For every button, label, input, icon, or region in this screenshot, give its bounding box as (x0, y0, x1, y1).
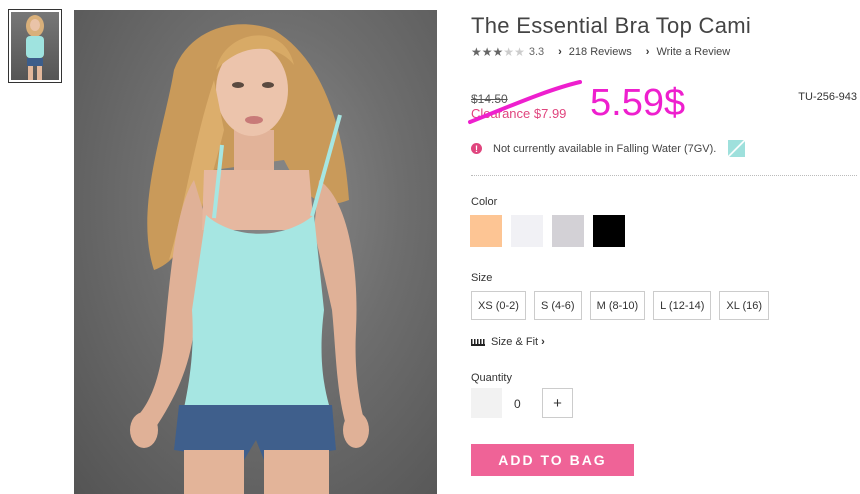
size-option[interactable]: L (12-14) (653, 291, 712, 320)
size-option[interactable]: M (8-10) (589, 291, 646, 320)
alert-icon: ! (471, 143, 482, 154)
quantity-increment-button[interactable]: + (542, 388, 573, 418)
model-illustration (130, 24, 369, 494)
divider (471, 175, 857, 176)
reviews-link[interactable]: 218 Reviews (569, 46, 632, 58)
color-swatch-grey[interactable] (552, 215, 584, 247)
color-swatch-white[interactable] (511, 215, 543, 247)
color-label: Color (471, 196, 498, 208)
strikethrough-annotation (468, 80, 582, 124)
selected-color-swatch (728, 140, 746, 157)
size-label: Size (471, 272, 493, 284)
color-swatches (470, 215, 625, 247)
chevron-right-icon: › (558, 46, 562, 58)
size-option[interactable]: XS (0-2) (471, 291, 526, 320)
star-empty-icon: ★ (514, 45, 525, 59)
star-half-icon: ★ (503, 45, 515, 59)
star-icon: ★ (471, 45, 482, 59)
quantity-decrement-button[interactable] (471, 388, 502, 418)
rating-stars[interactable]: ★★★★★ (471, 45, 525, 59)
chevron-right-icon: › (541, 336, 545, 348)
quantity-value[interactable]: 0 (514, 397, 521, 411)
size-option[interactable]: S (4-6) (533, 291, 582, 320)
rating-row: ★★★★★ 3.3 › 218 Reviews › Write a Review (471, 45, 730, 59)
availability-text: Not currently available in Falling Water… (493, 142, 717, 155)
add-to-bag-button[interactable]: ADD TO BAG (471, 444, 634, 476)
quantity-label: Quantity (471, 372, 512, 384)
ruler-icon (471, 338, 485, 346)
product-main-image (74, 10, 437, 494)
thumbnail-figure (26, 15, 44, 80)
size-options: XS (0-2) S (4-6) M (8-10) L (12-14) XL (… (471, 291, 770, 320)
chevron-right-icon: › (645, 46, 650, 58)
availability-notice: ! Not currently available in Falling Wat… (471, 140, 746, 157)
color-swatch-black[interactable] (593, 215, 625, 247)
product-sku: TU-256-943 (798, 91, 857, 103)
rating-value: 3.3 (528, 46, 545, 58)
star-icon: ★ (481, 45, 493, 59)
write-review-link[interactable]: Write a Review (656, 46, 730, 58)
size-fit-link[interactable]: Size & Fit › (471, 336, 545, 348)
star-icon: ★ (492, 45, 504, 59)
size-option[interactable]: XL (16) (719, 291, 770, 320)
color-swatch-peach[interactable] (470, 215, 502, 247)
handwritten-price-annotation: 5.59$ (590, 82, 686, 124)
product-title: The Essential Bra Top Cami (471, 13, 752, 38)
size-fit-label: Size & Fit (491, 336, 539, 348)
product-thumbnail[interactable] (8, 9, 62, 83)
thumbnail-image (11, 12, 59, 80)
